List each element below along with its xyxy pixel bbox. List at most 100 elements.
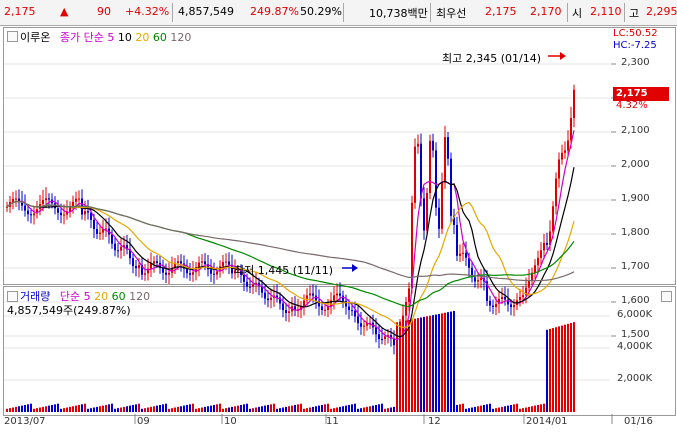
candle-body [18,198,20,202]
volume-bar [480,405,482,412]
volume-bar [249,408,251,412]
candle-body [216,271,218,275]
volume-bar [312,406,314,412]
volume-bar [177,406,179,412]
volume-bar [126,406,128,412]
volume-bar [543,403,545,412]
candle-body [72,201,74,207]
candle-body [93,219,95,229]
volume-bar [36,408,38,412]
volume-bar [282,407,284,412]
volume-bar [54,404,56,412]
volume-collapse-button[interactable] [7,291,18,302]
candle-body [456,224,458,256]
candle-body [477,280,479,282]
volume-bar [342,406,344,412]
volume-bar [129,405,131,412]
candle-body [315,295,317,301]
volume-bar [489,403,491,412]
volume-bar [504,406,506,412]
volume-bar [318,405,320,412]
candle-body [360,323,362,327]
volume-bar [117,408,119,412]
volume-bar [366,406,368,412]
candle-body [246,281,248,287]
candle-body [30,214,32,216]
volume-bar [345,405,347,412]
volume-bar [81,404,83,412]
volume-bar [141,408,143,412]
candle-body [378,334,380,340]
ma-label: 종가 단순 [59,31,104,44]
candle-body [24,205,26,211]
collapse-button[interactable] [7,31,18,42]
volume-bar [558,326,560,412]
volume-bar [39,407,41,412]
x-label-10: 10 [224,416,237,427]
volume-bar [258,406,260,412]
volume-bar [429,315,431,412]
volume-bar [243,404,245,412]
x-label-12: 12 [428,416,441,427]
candle-body [447,137,449,159]
volume-bar [330,408,332,412]
volume-bar [534,405,536,412]
candle-body [282,303,284,311]
volume-bar [15,406,17,412]
volume-bar [216,404,218,412]
last-volume-label: 4,857,549주(249.87%) [7,304,131,317]
volume-bar [153,406,155,412]
candle-body [309,293,311,296]
candle-body [534,265,536,273]
volume-bar [135,404,137,412]
candle-body [474,277,476,282]
volume-bar [75,405,77,412]
volume-bar [351,404,353,412]
candle-body [138,265,140,269]
stock-name: 이루온 [20,31,51,44]
candle-body [459,253,461,256]
volume-settings-button[interactable] [661,291,672,302]
volume-bar [387,408,389,412]
volume-bar [441,313,443,412]
volume-bar [405,320,407,412]
volume-bar [555,327,557,412]
hc-label: HC:-7.25 [613,40,657,51]
candle-body [210,269,212,274]
candle-body [555,178,557,207]
volume-bar [279,408,281,412]
candle-body [348,306,350,311]
volume-bar [27,404,29,412]
volume-bar [261,406,263,412]
candle-body [432,140,434,151]
x-label-09: 09 [137,416,150,427]
volume-bar [12,407,14,412]
volume-bar [498,407,500,412]
volume-bar [507,405,509,412]
candle-body [135,266,137,269]
volume-bar [162,404,164,412]
volume-bar [96,406,98,412]
volume-bar [234,406,236,412]
volume-bar [375,404,377,412]
volume-bar [315,406,317,412]
candle-body [405,302,407,316]
volume-bar [426,316,428,412]
candle-body [552,206,554,232]
candle-body [354,310,356,317]
candle-body [414,146,416,203]
candle-body [264,292,266,299]
volume-bar [144,408,146,412]
candle-body [495,303,497,307]
volume-bar [9,408,11,412]
ma120-legend: 120 [170,31,192,44]
candle-body [111,234,113,244]
volume-bar [321,404,323,412]
volume-bar [6,408,8,412]
volume-bar [192,403,194,412]
volume-bar [102,405,104,412]
candle-body [87,211,89,213]
candle-body [345,300,347,307]
price-tick-label: 2,000 [621,159,650,170]
volume-bar [495,408,497,412]
